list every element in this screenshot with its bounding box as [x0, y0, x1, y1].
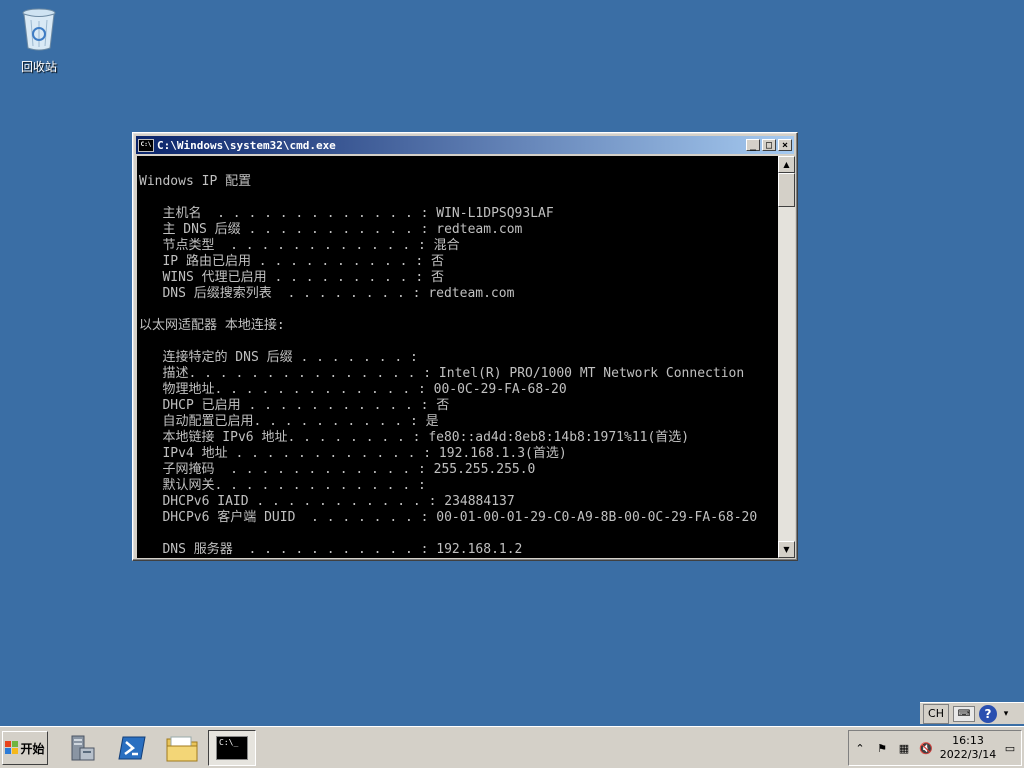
- server-manager-button[interactable]: [62, 730, 102, 766]
- volume-muted-icon[interactable]: 🔇: [915, 738, 937, 758]
- options-chevron-icon[interactable]: ▾: [1001, 709, 1011, 719]
- console-line: 自动配置已启用. . . . . . . . . . : 是: [139, 414, 439, 429]
- console-line: 默认网关. . . . . . . . . . . . . :: [139, 478, 426, 493]
- taskbar: 开始 C:\_ ⌃ ⚑ ▦ 🔇 16:13 2022/3/14 ▭: [0, 726, 1024, 768]
- console-line: 本地链接 IPv6 地址. . . . . . . . : fe80::ad4d…: [139, 430, 690, 445]
- console-line: DHCP 已启用 . . . . . . . . . . . : 否: [139, 398, 450, 413]
- powershell-icon: [118, 736, 146, 760]
- folder-icon: [166, 736, 198, 762]
- console-line: 连接特定的 DNS 后缀 . . . . . . . :: [139, 350, 418, 365]
- clock[interactable]: 16:13 2022/3/14: [937, 734, 999, 762]
- scroll-up-button[interactable]: ▲: [778, 156, 795, 173]
- recycle-bin-shortcut[interactable]: 回收站: [10, 6, 68, 75]
- console-line: WINS 代理已启用 . . . . . . . . . : 否: [139, 270, 444, 285]
- maximize-button[interactable]: □: [762, 139, 776, 151]
- language-indicator[interactable]: CH: [923, 703, 949, 724]
- keyboard-icon[interactable]: ⌨: [953, 705, 975, 722]
- windows-flag-icon: [5, 741, 19, 755]
- console-line: IPv4 地址 . . . . . . . . . . . . : 192.16…: [139, 446, 567, 461]
- close-button[interactable]: ×: [778, 139, 792, 151]
- start-label: 开始: [20, 741, 45, 756]
- notification-area: ⌃ ⚑ ▦ 🔇 16:13 2022/3/14 ▭: [848, 730, 1022, 766]
- scroll-down-button[interactable]: ▼: [778, 541, 795, 558]
- console-line: DNS 服务器 . . . . . . . . . . . : 192.168.…: [139, 542, 523, 557]
- console-line: 主机名 . . . . . . . . . . . . . : WIN-L1DP…: [139, 206, 554, 221]
- cmd-taskbar-button[interactable]: C:\_: [208, 730, 256, 766]
- cmd-window[interactable]: C:\ C:\Windows\system32\cmd.exe _ □ × Wi…: [132, 132, 798, 561]
- console-line: IP 路由已启用 . . . . . . . . . . : 否: [139, 254, 444, 269]
- cmd-icon: C:\: [138, 138, 154, 152]
- console-line: 主 DNS 后缀 . . . . . . . . . . . : redteam…: [139, 222, 523, 237]
- cmd-taskbar-icon: C:\_: [216, 736, 248, 760]
- console-line: DHCPv6 IAID . . . . . . . . . . . : 2348…: [139, 494, 515, 509]
- scroll-thumb[interactable]: [778, 173, 795, 207]
- console-line: 子网掩码 . . . . . . . . . . . . : 255.255.2…: [139, 462, 536, 477]
- show-hidden-icons-chevron-icon[interactable]: ⌃: [849, 738, 871, 758]
- action-center-flag-icon[interactable]: ⚑: [871, 738, 893, 758]
- language-bar: CH ⌨ ? ▾: [920, 702, 1024, 724]
- recycle-bin-icon: [22, 8, 56, 51]
- console-line: 物理地址. . . . . . . . . . . . . : 00-0C-29…: [139, 382, 567, 397]
- cmd-taskbar-icon-text: C:\_: [219, 738, 239, 747]
- start-button[interactable]: 开始: [2, 731, 48, 765]
- window-title: C:\Windows\system32\cmd.exe: [157, 138, 336, 152]
- console-output[interactable]: Windows IP 配置 主机名 . . . . . . . . . . . …: [137, 156, 778, 558]
- console-line: Windows IP 配置: [139, 174, 252, 189]
- console-line: 以太网适配器 本地连接:: [139, 318, 285, 333]
- help-icon[interactable]: ?: [979, 704, 997, 723]
- powershell-button[interactable]: [112, 730, 152, 766]
- vertical-scrollbar[interactable]: ▲ ▼: [778, 156, 795, 558]
- clock-date: 2022/3/14: [939, 748, 997, 761]
- server-manager-icon: [71, 735, 95, 761]
- explorer-button[interactable]: [162, 730, 202, 766]
- network-icon[interactable]: ▦: [893, 738, 915, 758]
- console-line: 描述. . . . . . . . . . . . . . . : Intel(…: [139, 366, 745, 381]
- show-desktop-icon[interactable]: ▭: [999, 738, 1021, 758]
- recycle-bin-label: 回收站: [20, 60, 57, 74]
- clock-time: 16:13: [952, 734, 984, 747]
- console-line: 节点类型 . . . . . . . . . . . . : 混合: [139, 238, 460, 253]
- console-line: DHCPv6 客户端 DUID . . . . . . . : 00-01-00…: [139, 510, 758, 525]
- minimize-button[interactable]: _: [746, 139, 760, 151]
- window-titlebar[interactable]: C:\ C:\Windows\system32\cmd.exe _ □ ×: [136, 136, 794, 154]
- console-line: DNS 后缀搜索列表 . . . . . . . . : redteam.com: [139, 286, 515, 301]
